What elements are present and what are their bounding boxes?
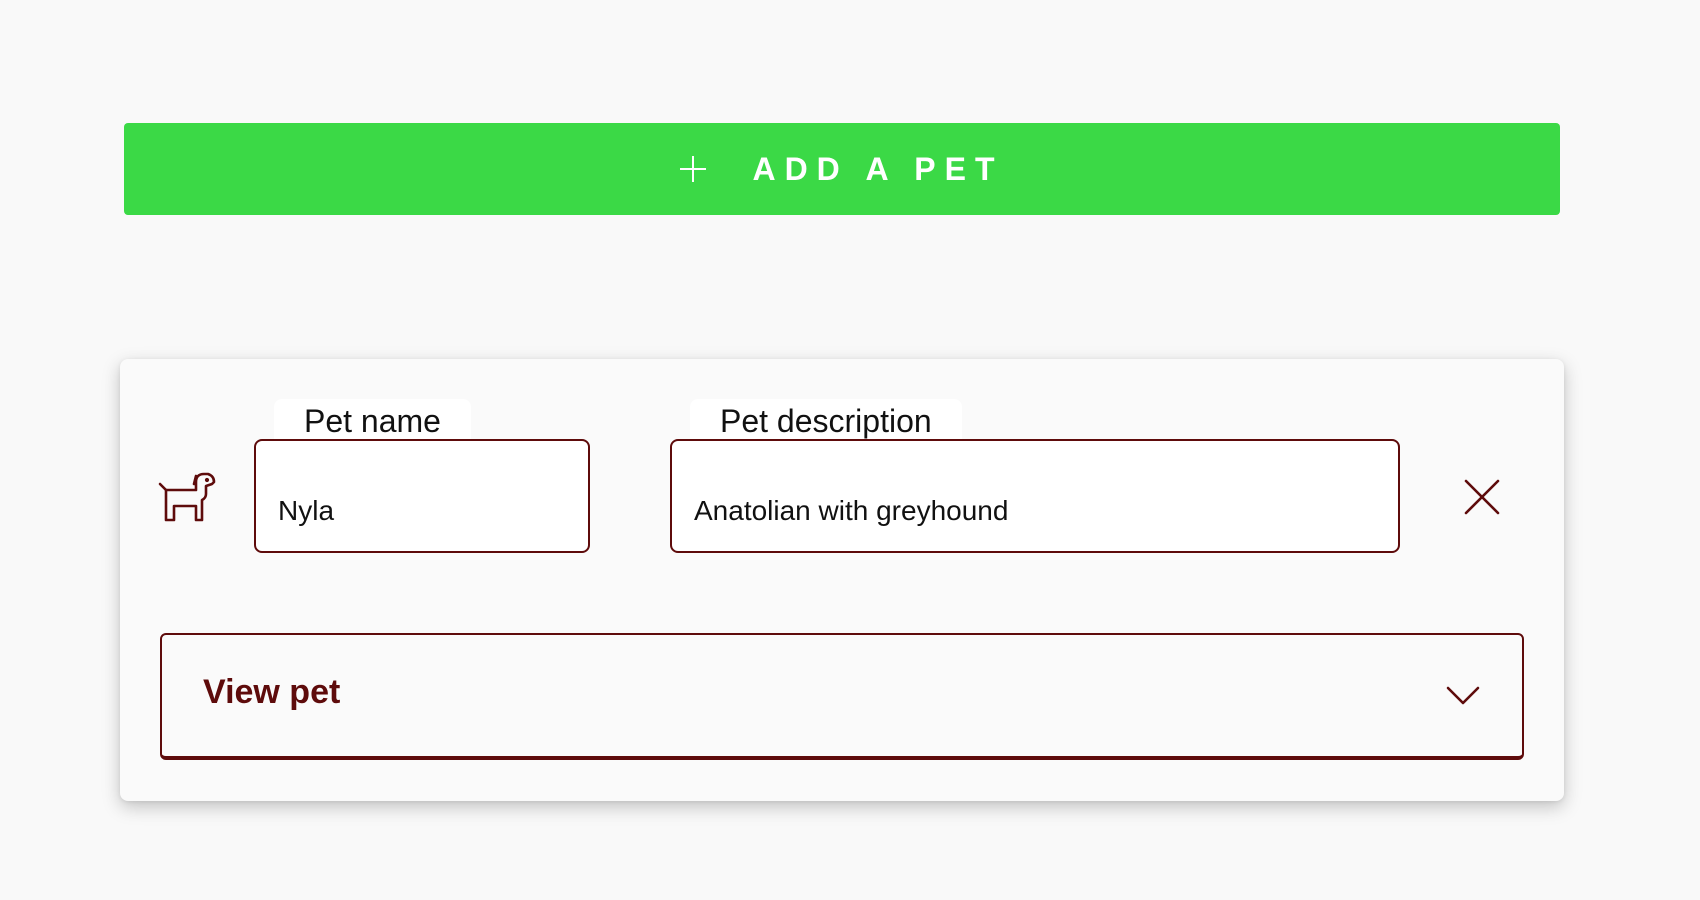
- add-pet-label: ADD A PET: [752, 150, 1004, 187]
- view-pet-label: View pet: [203, 673, 341, 711]
- pet-name-input[interactable]: [278, 491, 566, 531]
- view-pet-dropdown[interactable]: View pet: [160, 633, 1524, 760]
- chevron-down-icon: [1446, 686, 1480, 705]
- page: ADD A PET Pet name Pet description View …: [0, 0, 1700, 900]
- add-pet-button[interactable]: ADD A PET: [124, 123, 1560, 215]
- pet-description-label: Pet description: [690, 399, 962, 439]
- close-icon[interactable]: [1462, 477, 1502, 517]
- pet-description-input[interactable]: [694, 491, 1376, 531]
- dog-icon: [158, 472, 216, 522]
- pet-name-field: Pet name: [254, 399, 590, 553]
- pet-name-label: Pet name: [274, 399, 471, 439]
- plus-icon: [680, 156, 707, 182]
- pet-description-field: Pet description: [670, 399, 1400, 553]
